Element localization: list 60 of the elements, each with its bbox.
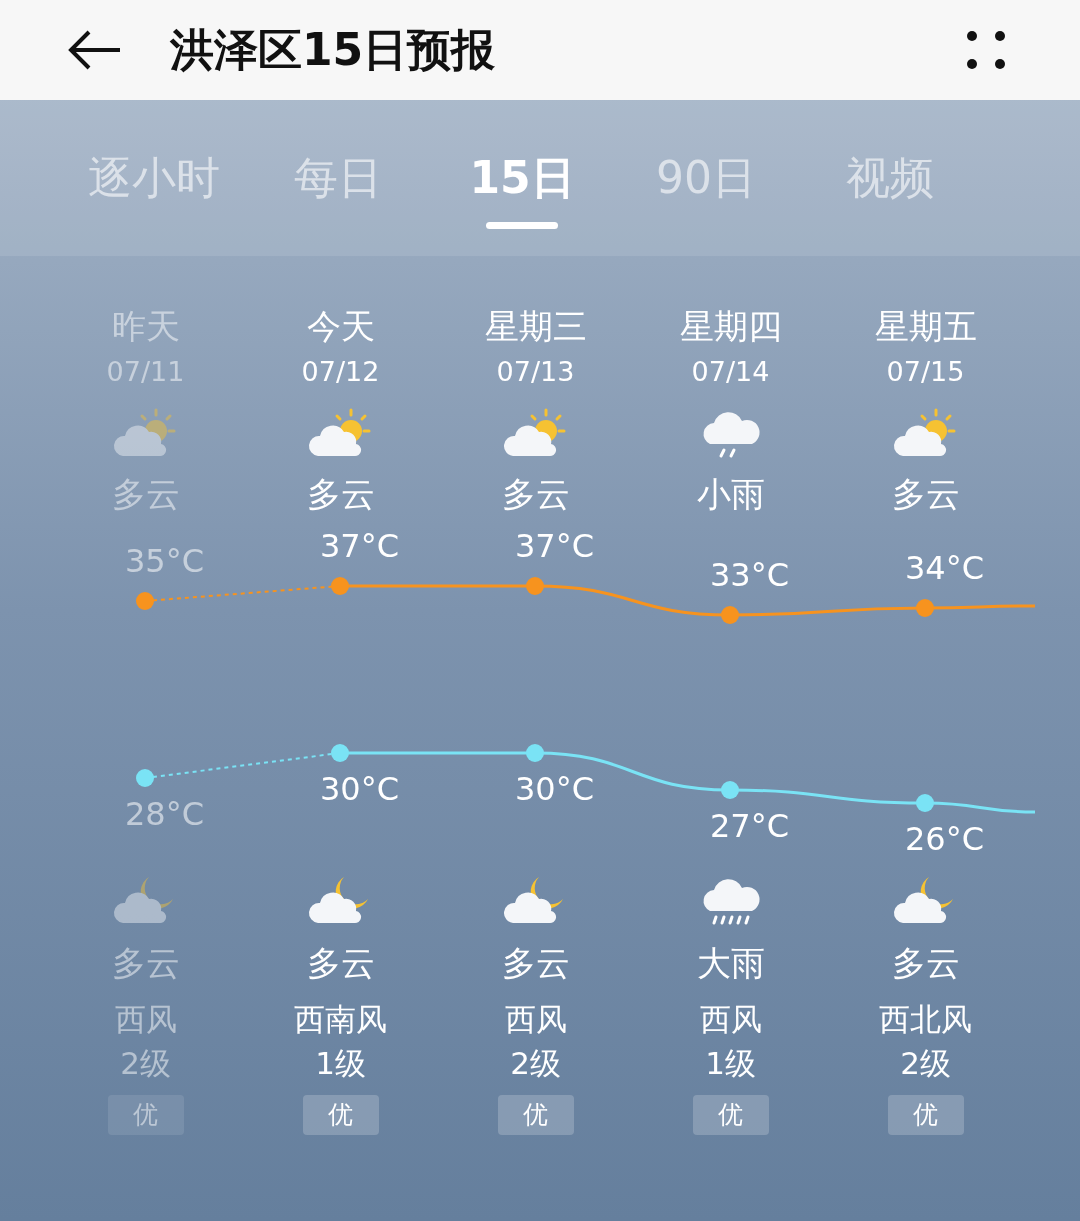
weather-condition: 小雨 [696,473,765,516]
weather-condition: 大雨 [696,942,765,985]
wind-direction: 西风 [504,1000,567,1039]
day-name: 昨天 [111,305,180,348]
wind-direction: 西南风 [294,1000,387,1039]
air-quality-badge: 优 [692,1095,769,1135]
weather-condition: 多云 [501,473,570,516]
day-date: 07/11 [106,355,185,389]
temperature-point [721,606,739,624]
temperature-label: 37°C [320,526,400,567]
tab-indicator [486,222,558,229]
weather-condition: 多云 [306,473,375,516]
air-quality-badge: 优 [302,1095,379,1135]
weather-condition: 多云 [501,942,570,985]
page-title: 洪泽区15日预报 [170,23,496,77]
wind-level: 1级 [315,1044,366,1083]
temperature-point [721,781,739,799]
temperature-label: 33°C [710,555,790,596]
temperature-label: 27°C [710,806,790,847]
weather-condition: 多云 [111,473,180,516]
day-name: 星期五 [874,305,977,348]
day-name: 星期三 [484,305,587,348]
air-quality-badge: 优 [107,1095,184,1135]
temperature-point [136,592,154,610]
back-icon[interactable] [68,30,122,70]
temperature-label: 34°C [905,548,985,589]
weather-condition: 多云 [891,942,960,985]
temperature-point [331,744,349,762]
temperature-point [916,599,934,617]
temperature-label: 28°C [125,794,205,835]
day-name: 星期四 [679,305,782,348]
wind-direction: 西北风 [879,1000,972,1039]
wind-direction: 西风 [699,1000,762,1039]
wind-level: 2级 [120,1044,171,1083]
temperature-point [331,577,349,595]
temperature-point [916,794,934,812]
temperature-point [136,769,154,787]
day-date: 07/12 [301,355,380,389]
more-icon[interactable] [964,28,1008,72]
day-date: 07/15 [886,355,965,389]
weather-condition: 多云 [306,942,375,985]
wind-level: 2级 [510,1044,561,1083]
day-date: 07/13 [496,355,575,389]
tab[interactable]: 15日 [430,137,614,219]
weather-condition: 多云 [891,473,960,516]
temperature-point [526,577,544,595]
weather-condition: 多云 [111,942,180,985]
day-name: 今天 [306,305,375,348]
wind-direction: 西风 [114,1000,177,1039]
temperature-label: 30°C [515,769,595,810]
air-quality-badge: 优 [887,1095,964,1135]
temperature-label: 35°C [125,541,205,582]
wind-level: 2级 [900,1044,951,1083]
temperature-label: 37°C [515,526,595,567]
temperature-label: 26°C [905,819,985,860]
temperature-point [526,744,544,762]
wind-level: 1级 [705,1044,756,1083]
day-date: 07/14 [691,355,770,389]
temperature-label: 30°C [320,769,400,810]
air-quality-badge: 优 [497,1095,574,1135]
